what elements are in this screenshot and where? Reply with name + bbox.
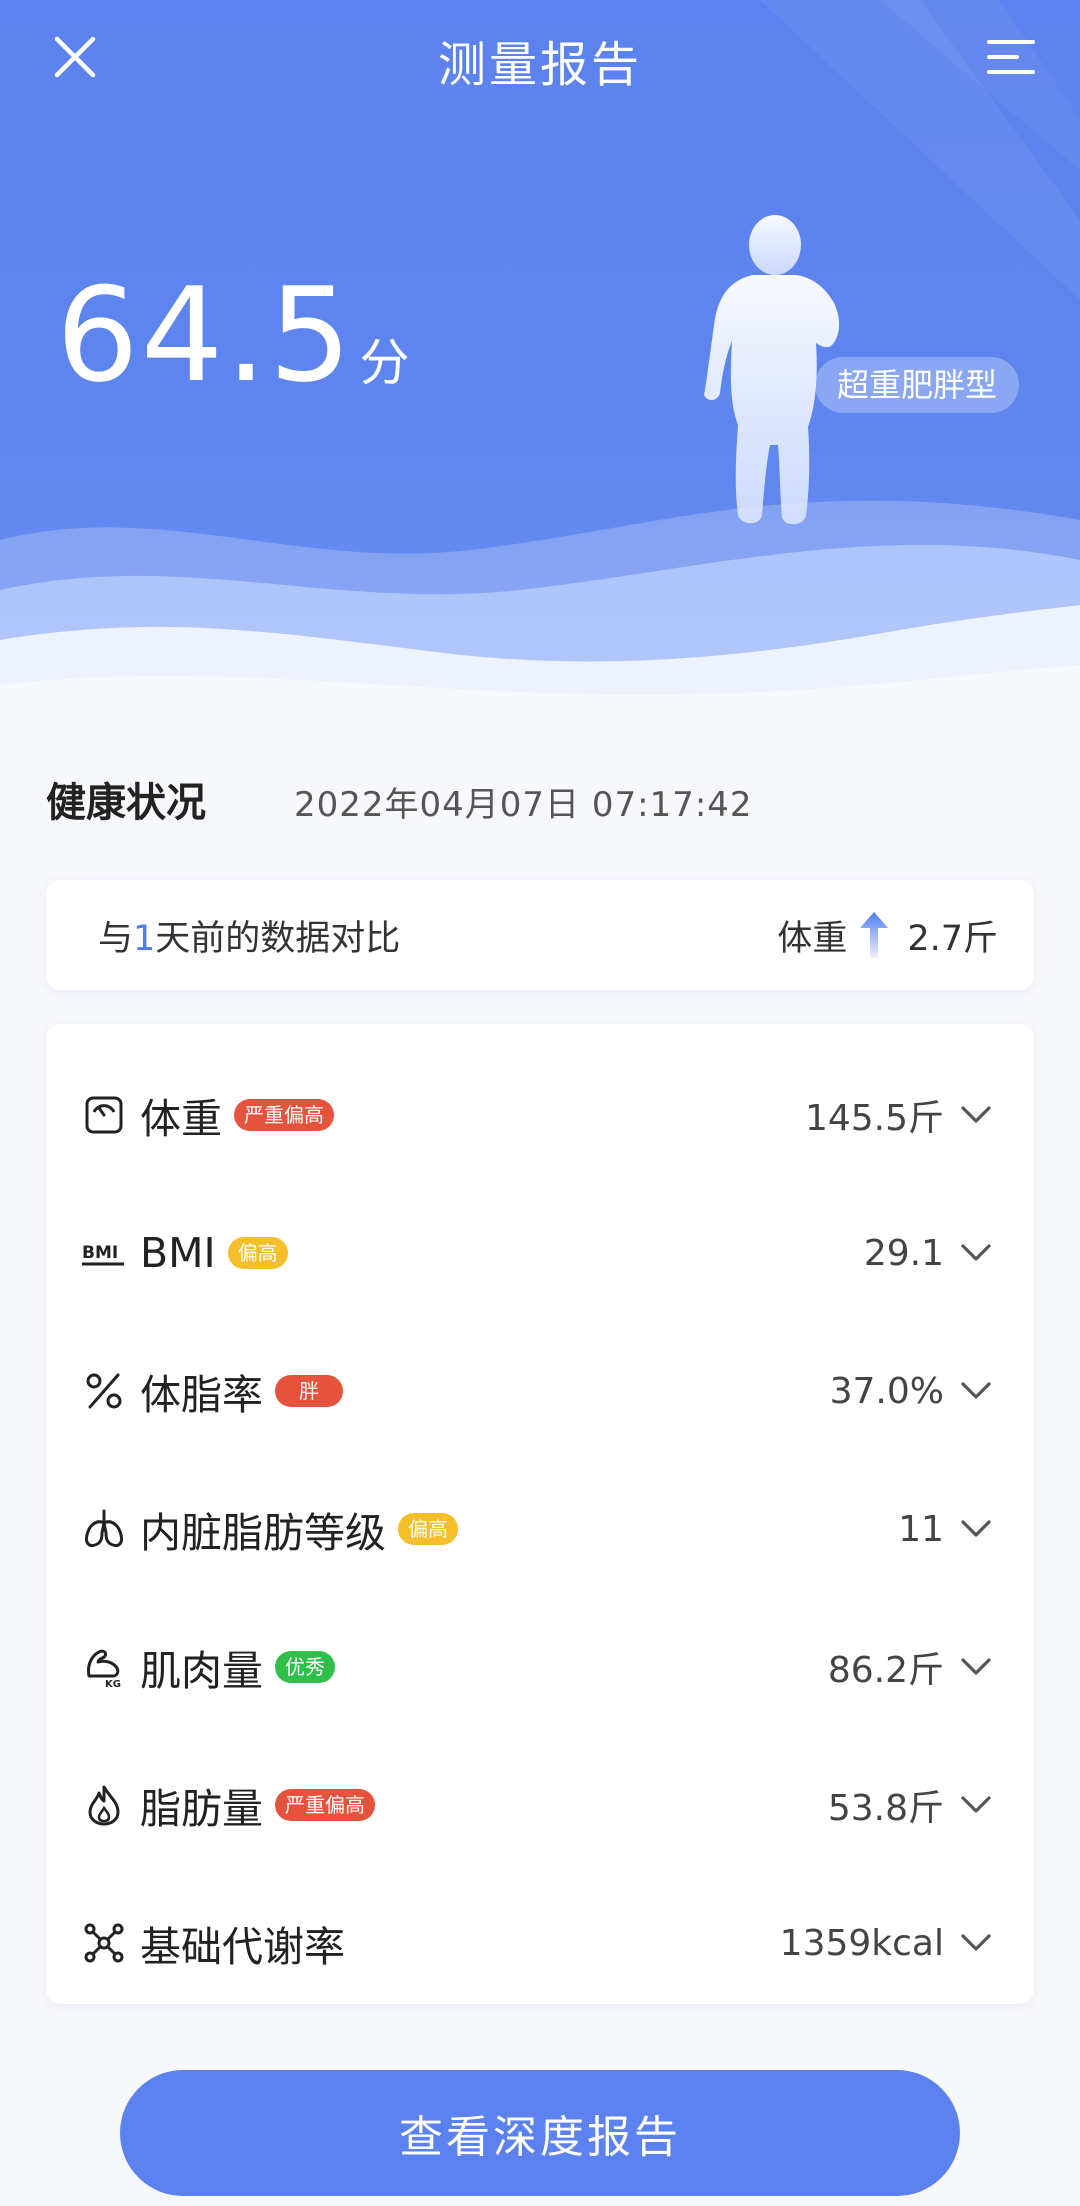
- chevron-down-icon: [961, 1934, 991, 1951]
- comparison-card: 与1天前的数据对比 体重 2.7斤: [46, 880, 1034, 990]
- health-status-header: 健康状况 2022年04月07日 07:17:42: [46, 770, 753, 828]
- score-display: 64.5 分: [56, 270, 409, 400]
- metrics-list: 体重 严重偏高 145.5斤 BMI BMI 偏高 29.1 体脂率 胖 37.…: [46, 1024, 1034, 2004]
- muscle-icon: KG: [87, 1649, 121, 1688]
- metric-value: 11: [898, 1508, 944, 1550]
- measurement-report-page: 测量报告 64.5 分 超重肥胖型 健康状况 2022年04月07日 07:17…: [0, 0, 1080, 2206]
- view-deep-report-button[interactable]: 查看深度报告: [120, 2070, 960, 2196]
- comparison-result: 体重 2.7斤: [777, 910, 998, 961]
- comparison-days: 1: [133, 918, 156, 959]
- comparison-suffix: 天前的数据对比: [155, 918, 401, 959]
- metric-name: 体重: [140, 1095, 222, 1143]
- percent-icon: [86, 1373, 122, 1409]
- menu-icon: [987, 40, 1035, 74]
- comparison-metric: 体重: [777, 918, 848, 959]
- metric-value: 1359kcal: [779, 1922, 944, 1964]
- score-unit: 分: [359, 334, 410, 392]
- chevron-down-icon: [961, 1520, 991, 1537]
- metric-name: 脂肪量: [140, 1785, 263, 1833]
- svg-text:BMI: BMI: [82, 1243, 118, 1263]
- arrow-up-icon: [860, 912, 889, 958]
- flame-icon: [88, 1785, 120, 1826]
- status-badge: 严重偏高: [275, 1789, 375, 1821]
- metric-row-visceral-fat[interactable]: 内脏脂肪等级 偏高 11: [46, 1460, 1034, 1598]
- status-badge: 优秀: [275, 1651, 335, 1683]
- wave-decoration: [0, 500, 1080, 740]
- bmi-icon: BMI: [82, 1243, 124, 1266]
- top-bar: 测量报告: [0, 0, 1080, 110]
- metric-name: BMI: [140, 1229, 216, 1277]
- status-badge: 胖: [275, 1375, 343, 1407]
- molecule-icon: [84, 1923, 124, 1963]
- metric-row-bmr[interactable]: 基础代谢率 1359kcal: [46, 1874, 1034, 2012]
- menu-button[interactable]: [976, 22, 1046, 92]
- metric-row-weight[interactable]: 体重 严重偏高 145.5斤: [46, 1046, 1034, 1184]
- metric-row-muscle[interactable]: KG 肌肉量 优秀 86.2斤: [46, 1598, 1034, 1736]
- body-type-badge: 超重肥胖型: [815, 357, 1020, 413]
- report-header: 测量报告 64.5 分 超重肥胖型: [0, 0, 1080, 740]
- page-title: 测量报告: [437, 37, 642, 93]
- metric-name: 肌肉量: [140, 1647, 263, 1695]
- metric-row-bmi[interactable]: BMI BMI 偏高 29.1: [46, 1184, 1034, 1322]
- metric-value: 37.0%: [829, 1370, 944, 1412]
- comparison-prefix: 与: [98, 918, 134, 959]
- metric-name: 内脏脂肪等级: [140, 1509, 386, 1557]
- measurement-datetime: 2022年04月07日 07:17:42: [294, 785, 753, 825]
- metric-value: 29.1: [863, 1232, 944, 1274]
- scale-icon: [85, 1096, 123, 1134]
- metric-name: 体脂率: [140, 1371, 263, 1419]
- comparison-text: 与1天前的数据对比: [98, 910, 400, 961]
- svg-text:KG: KG: [105, 1679, 121, 1688]
- metric-value: 86.2斤: [827, 1650, 944, 1691]
- metric-name: 基础代谢率: [140, 1923, 345, 1971]
- metric-value: 53.8斤: [827, 1788, 944, 1829]
- health-status-title: 健康状况: [46, 780, 206, 826]
- metric-row-fat-mass[interactable]: 脂肪量 严重偏高 53.8斤: [46, 1736, 1034, 1874]
- chevron-down-icon: [961, 1796, 991, 1813]
- chevron-down-icon: [961, 1382, 991, 1399]
- status-badge: 偏高: [398, 1513, 458, 1545]
- metric-value: 145.5斤: [804, 1098, 944, 1139]
- score-value: 64.5: [56, 259, 354, 411]
- chevron-down-icon: [961, 1244, 991, 1261]
- lungs-icon: [85, 1509, 123, 1547]
- status-badge: 严重偏高: [234, 1099, 334, 1131]
- comparison-delta: 2.7斤: [907, 918, 998, 959]
- status-badge: 偏高: [227, 1237, 288, 1269]
- chevron-down-icon: [961, 1106, 991, 1123]
- metric-row-body-fat[interactable]: 体脂率 胖 37.0%: [46, 1322, 1034, 1460]
- chevron-down-icon: [961, 1658, 991, 1675]
